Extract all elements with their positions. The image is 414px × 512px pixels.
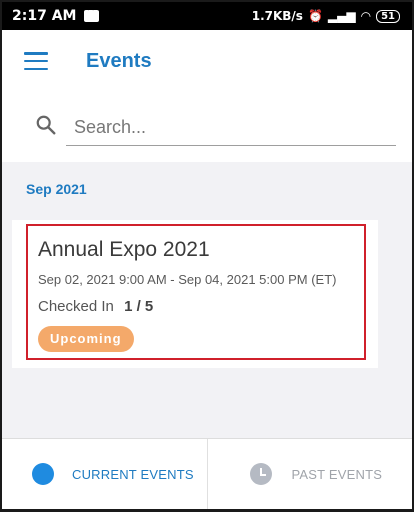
event-card[interactable]: Annual Expo 2021 Sep 02, 2021 9:00 AM - … [12, 220, 378, 368]
search-input[interactable] [66, 110, 396, 146]
status-time: 2:17 AM [12, 8, 77, 24]
status-indicators: 1.7KB/s ⏰ ▂▄▆ ◠ 51 [252, 9, 400, 23]
checked-in-label: Checked In [38, 298, 114, 315]
battery-icon: 51 [376, 9, 400, 23]
search-icon [36, 115, 56, 135]
event-dates: Sep 02, 2021 9:00 AM - Sep 04, 2021 5:00… [38, 272, 337, 287]
status-bar: 2:17 AM 1.7KB/s ⏰ ▂▄▆ ◠ 51 [2, 2, 412, 30]
page-title: Events [86, 49, 152, 72]
event-name: Annual Expo 2021 [38, 238, 210, 261]
app-header: Events [2, 30, 412, 92]
signal-icon: ▂▄▆ [327, 9, 356, 23]
app-screen: 2:17 AM 1.7KB/s ⏰ ▂▄▆ ◠ 51 Events Sep 20… [0, 0, 414, 512]
hamburger-menu-icon[interactable] [24, 52, 48, 70]
network-speed: 1.7KB/s [251, 9, 303, 23]
status-badge: Upcoming [38, 326, 134, 352]
checked-in-count: 1 / 5 [124, 298, 154, 315]
tab-past-events-label: PAST EVENTS [291, 466, 383, 482]
clock-icon [249, 463, 272, 485]
wifi-icon: ◠ [360, 9, 372, 23]
month-heading: Sep 2021 [26, 181, 87, 197]
tab-current-events-label: CURRENT EVENTS [72, 466, 194, 482]
bottom-navigation: CURRENT EVENTS PAST EVENTS [2, 438, 412, 509]
tab-past-events[interactable]: PAST EVENTS [208, 439, 413, 509]
search-bar [32, 106, 400, 150]
events-list: Sep 2021 Annual Expo 2021 Sep 02, 2021 9… [2, 162, 412, 439]
checked-in-row: Checked In 1 / 5 [38, 298, 153, 315]
message-notification-icon [84, 5, 100, 22]
alarm-icon: ⏰ [307, 9, 323, 23]
current-events-icon [32, 463, 54, 485]
tab-current-events[interactable]: CURRENT EVENTS [2, 439, 208, 509]
